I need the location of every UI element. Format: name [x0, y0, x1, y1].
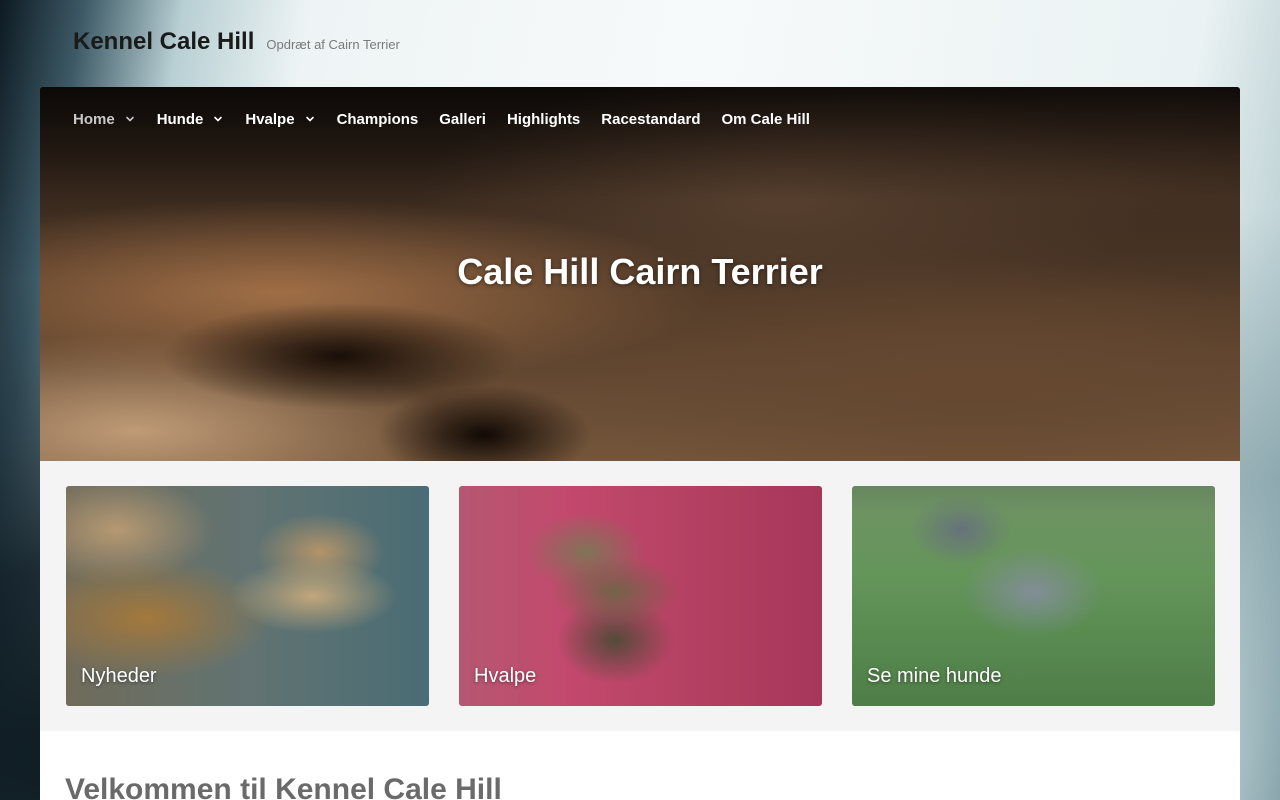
site-title[interactable]: Kennel Cale Hill — [73, 28, 254, 56]
card-label: Nyheder — [81, 665, 157, 687]
hero-banner: Home Hunde Hvalpe Champions Galleri High… — [40, 87, 1240, 461]
nav-item-label: Champions — [336, 110, 419, 128]
site-tagline: Opdræt af Cairn Terrier — [266, 37, 400, 52]
nav-item-label: Galleri — [439, 110, 486, 128]
nav-item-galleri[interactable]: Galleri — [439, 111, 486, 128]
chevron-down-icon — [214, 116, 223, 122]
card-label: Hvalpe — [474, 665, 537, 687]
nav-item-label: Hunde — [156, 110, 204, 128]
nav-item-racestandard[interactable]: Racestandard — [601, 111, 700, 128]
chevron-down-icon — [125, 116, 134, 122]
main-content: Velkommen til Kennel Cale Hill — [40, 731, 1240, 800]
nav-item-label: Home — [73, 110, 115, 128]
nav-item-highlights[interactable]: Highlights — [507, 111, 580, 128]
card-hvalpe[interactable]: Hvalpe — [459, 486, 822, 706]
card-label: Se mine hunde — [867, 665, 1002, 687]
nav-item-home[interactable]: Home — [73, 111, 136, 128]
nav-item-label: Hvalpe — [245, 110, 295, 128]
nav-item-om-cale-hill[interactable]: Om Cale Hill — [722, 111, 810, 128]
site-header: Kennel Cale Hill Opdræt af Cairn Terrier — [73, 28, 400, 68]
welcome-heading: Velkommen til Kennel Cale Hill — [65, 773, 502, 800]
nav-item-champions[interactable]: Champions — [337, 111, 419, 128]
nav-item-label: Om Cale Hill — [721, 110, 810, 128]
nav-item-hvalpe[interactable]: Hvalpe — [245, 111, 315, 128]
hero-title: Cale Hill Cairn Terrier — [457, 251, 823, 292]
feature-cards: Nyheder Hvalpe Se mine hunde — [40, 461, 1240, 731]
nav-item-label: Highlights — [506, 110, 581, 128]
card-nyheder[interactable]: Nyheder — [66, 486, 429, 706]
card-se-mine-hunde[interactable]: Se mine hunde — [852, 486, 1215, 706]
nav-item-label: Racestandard — [601, 110, 701, 128]
nav-item-hunde[interactable]: Hunde — [157, 111, 225, 128]
chevron-down-icon — [305, 116, 314, 122]
main-navigation: Home Hunde Hvalpe Champions Galleri High… — [73, 108, 831, 130]
